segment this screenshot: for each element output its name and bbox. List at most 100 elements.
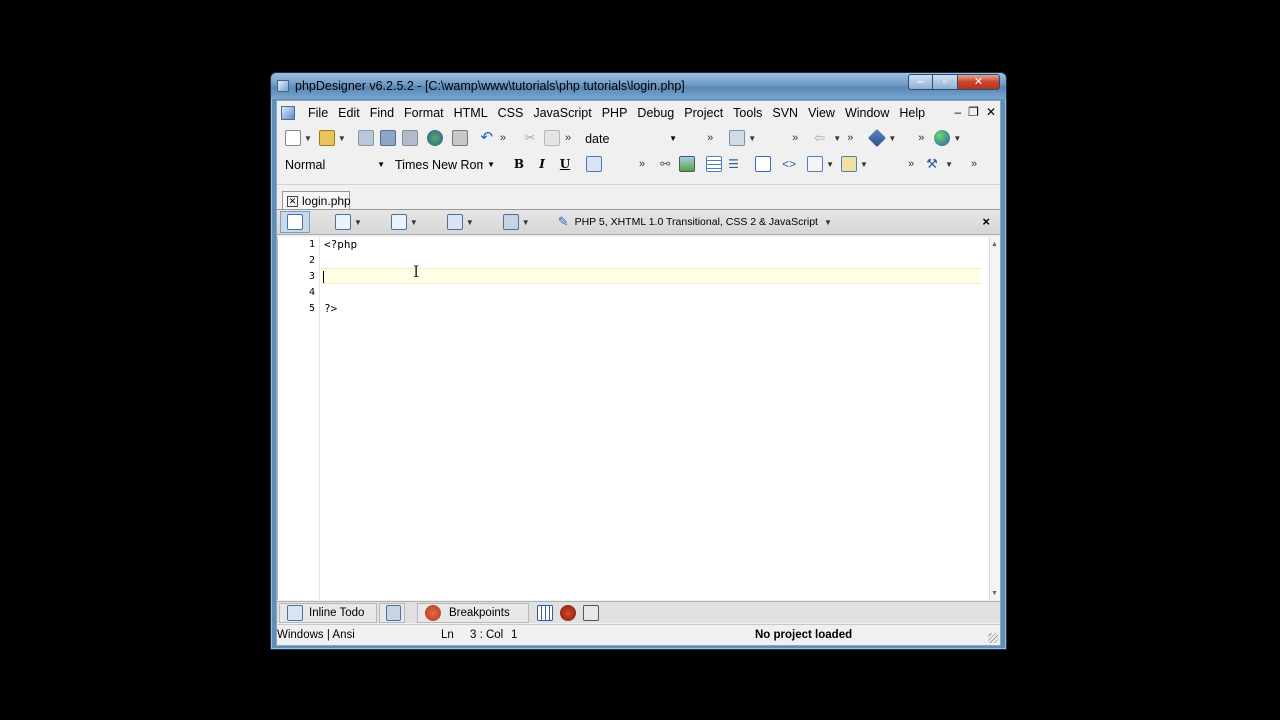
font-family-combo[interactable]: Times New Roma ▼ <box>391 154 499 174</box>
box-icon[interactable] <box>755 156 772 172</box>
menu-svn[interactable]: SVN <box>767 101 803 125</box>
back-dropdown-icon[interactable]: ▼ <box>833 134 841 143</box>
snippets-button[interactable]: ▼ <box>500 214 534 230</box>
menu-edit[interactable]: Edit <box>333 101 365 125</box>
code-editor[interactable]: 1 2 3 4 5 <?php ?> I <box>277 237 992 600</box>
plugin-icon[interactable] <box>868 128 887 148</box>
toolbar-overflow-icon[interactable]: » <box>847 132 853 144</box>
todo-refresh-icon <box>386 604 401 621</box>
globe-icon[interactable] <box>934 130 951 146</box>
insert-function-dropdown-icon[interactable]: ▼ <box>748 134 756 143</box>
toolbar-overflow-icon[interactable]: » <box>500 132 506 144</box>
underline-button[interactable]: U <box>557 156 573 172</box>
scroll-up-icon[interactable]: ▲ <box>991 241 998 248</box>
table-icon[interactable] <box>706 156 723 172</box>
close-button[interactable]: ✕ <box>958 74 1000 90</box>
calculator-icon[interactable] <box>537 604 553 621</box>
menu-css[interactable]: CSS <box>493 101 529 125</box>
open-dropdown-icon[interactable]: ▼ <box>338 134 346 143</box>
close-tab-icon[interactable]: ✕ <box>287 196 298 207</box>
resize-grip-icon[interactable] <box>988 633 998 643</box>
list-icon[interactable]: ☰ <box>728 156 744 172</box>
vertical-scrollbar[interactable]: ▲ ▼ <box>989 237 1000 600</box>
maximize-button[interactable]: ▫ <box>933 74 958 90</box>
wizard-icon[interactable]: ⚒ <box>926 156 942 172</box>
toolbar-overflow-icon[interactable]: » <box>707 132 713 144</box>
menu-project[interactable]: Project <box>679 101 728 125</box>
menu-view[interactable]: View <box>803 101 840 125</box>
preview-button[interactable]: ▼ <box>332 214 366 230</box>
new-file-icon[interactable] <box>285 130 301 146</box>
toolbar-overflow-icon[interactable]: » <box>918 132 924 144</box>
minimize-button[interactable]: ‒ <box>908 74 933 90</box>
mdi-close-button[interactable]: ✕ <box>986 105 996 119</box>
image-icon[interactable] <box>679 156 696 172</box>
print-icon[interactable] <box>451 130 468 146</box>
tab-inline-todo[interactable]: Inline Todo <box>279 602 377 623</box>
function-search-combo[interactable]: date ▼ <box>581 128 681 148</box>
format-icon[interactable] <box>586 156 602 172</box>
bold-button[interactable]: B <box>511 156 527 172</box>
form-dropdown-icon[interactable]: ▼ <box>826 160 834 169</box>
tab-todo-refresh[interactable] <box>379 602 405 623</box>
link-icon[interactable]: ⚯ <box>657 156 673 172</box>
mdi-minimize-button[interactable]: ‒ <box>954 105 961 119</box>
document-menu-icon[interactable] <box>281 106 295 120</box>
italic-button[interactable]: I <box>534 156 550 172</box>
menu-file[interactable]: File <box>303 101 333 125</box>
insert-icon[interactable] <box>841 156 858 172</box>
paragraph-style-combo[interactable]: Normal ▼ <box>281 154 389 174</box>
debug-icon[interactable] <box>560 604 576 621</box>
toolbar-overflow-icon[interactable]: » <box>639 158 645 170</box>
menu-format[interactable]: Format <box>399 101 449 125</box>
toolbar-overflow-icon[interactable]: » <box>971 158 977 170</box>
insert-function-icon[interactable] <box>729 130 746 146</box>
back-icon[interactable]: ⇦ <box>814 130 830 146</box>
menu-tools[interactable]: Tools <box>728 101 767 125</box>
new-file-dropdown-icon[interactable]: ▼ <box>304 134 312 143</box>
line-number: 1 <box>308 239 315 250</box>
menu-find[interactable]: Find <box>365 101 399 125</box>
tab-login-php[interactable]: ✕ login.php <box>282 191 351 211</box>
open-folder-icon[interactable] <box>318 130 335 146</box>
tab-inline-todo-label: Inline Todo <box>309 606 365 619</box>
bookmark-button[interactable]: ▼ <box>444 214 478 230</box>
copy-icon[interactable] <box>543 130 560 146</box>
export-button[interactable]: ▼ <box>388 214 422 230</box>
chevron-down-icon: ▼ <box>409 217 418 227</box>
status-project: No project loaded <box>755 629 853 641</box>
menu-javascript[interactable]: JavaScript <box>528 101 596 125</box>
tab-breakpoints-label: Breakpoints <box>449 606 510 619</box>
tab-breakpoints[interactable]: Breakpoints <box>417 602 529 623</box>
toolbar-overflow-icon[interactable]: » <box>908 158 914 170</box>
save-as-icon[interactable] <box>379 130 396 146</box>
plugin-dropdown-icon[interactable]: ▼ <box>888 134 896 143</box>
scroll-down-icon[interactable]: ▼ <box>991 590 998 597</box>
close-document-button[interactable]: × <box>982 214 990 229</box>
toolbar-overflow-icon[interactable]: » <box>565 132 571 144</box>
mdi-restore-button[interactable]: ❐ <box>968 105 979 119</box>
client-area: File Edit Find Format HTML CSS JavaScrip… <box>276 100 1001 646</box>
tag-icon[interactable]: <> <box>782 156 798 172</box>
save-icon[interactable] <box>357 130 374 146</box>
line-number: 5 <box>308 303 315 314</box>
form-icon[interactable] <box>807 156 824 172</box>
menu-php[interactable]: PHP <box>597 101 633 125</box>
menu-window[interactable]: Window <box>840 101 894 125</box>
save-all-icon[interactable] <box>401 130 418 146</box>
wizard-dropdown-icon[interactable]: ▼ <box>945 160 953 169</box>
menu-help[interactable]: Help <box>894 101 930 125</box>
code-view-button[interactable] <box>280 211 310 233</box>
title-bar[interactable]: phpDesigner v6.2.5.2 - [C:\wamp\www\tuto… <box>271 73 1006 99</box>
cut-icon[interactable]: ✂ <box>522 130 538 146</box>
menu-debug[interactable]: Debug <box>632 101 679 125</box>
toolbar-overflow-icon[interactable]: » <box>792 132 798 144</box>
globe-dropdown-icon[interactable]: ▼ <box>953 134 961 143</box>
chevron-down-icon: ▼ <box>465 217 474 227</box>
menu-html[interactable]: HTML <box>449 101 493 125</box>
syntax-language-selector[interactable]: ✎ PHP 5, XHTML 1.0 Transitional, CSS 2 &… <box>558 214 836 230</box>
undo-icon[interactable]: ↶ <box>479 130 495 146</box>
preview-browser-icon[interactable] <box>426 130 443 146</box>
watch-icon[interactable] <box>583 604 599 621</box>
insert-dropdown-icon[interactable]: ▼ <box>860 160 868 169</box>
